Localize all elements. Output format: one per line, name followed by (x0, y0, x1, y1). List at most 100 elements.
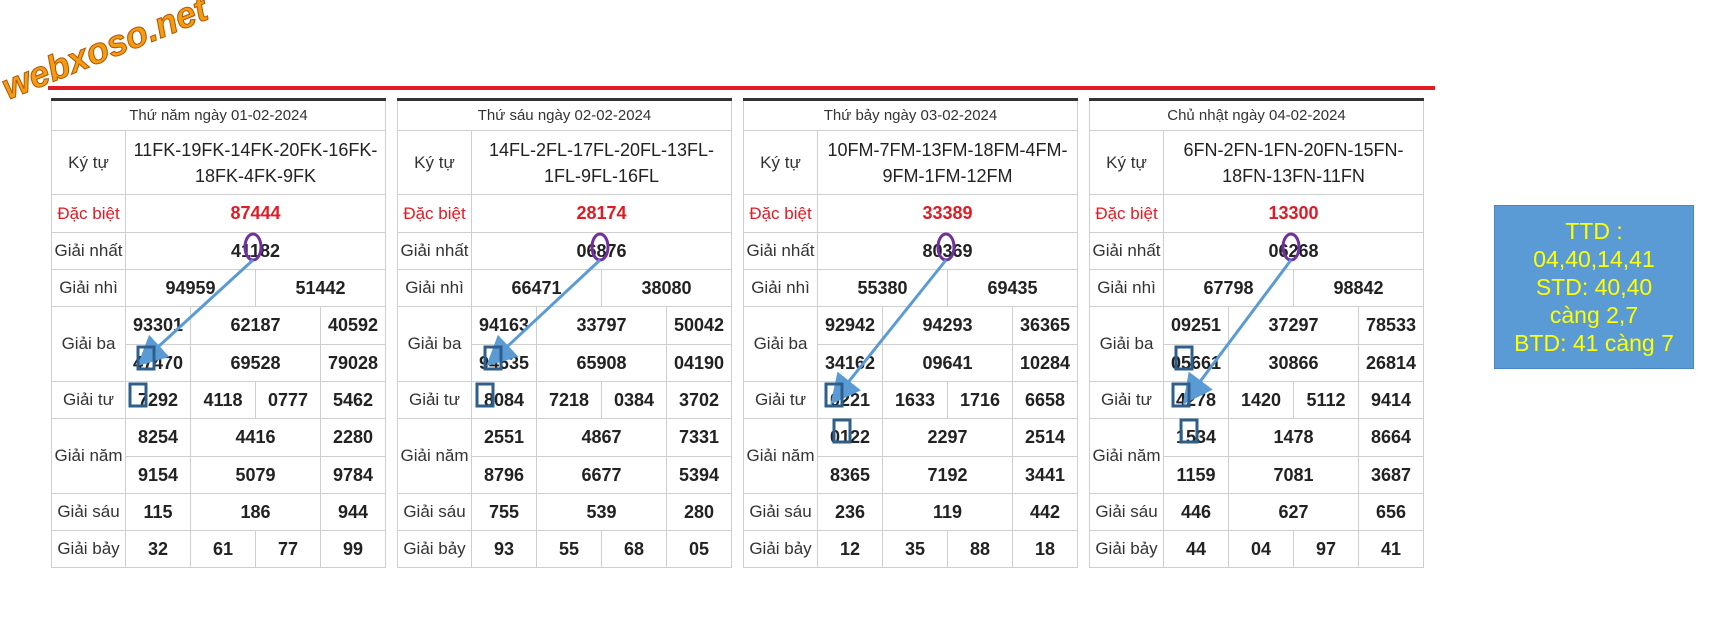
sixth-prize: 755 (471, 493, 537, 531)
summary-line: càng 2,7 (1549, 302, 1639, 328)
label-kytu: Ký tự (397, 130, 472, 195)
fifth-prize: 7331 (666, 418, 732, 457)
special-prize: 28174 (471, 194, 732, 233)
fourth-prize: 1633 (882, 381, 948, 419)
fourth-prize: 0221 (817, 381, 883, 419)
label-giai-sau: Giải sáu (743, 493, 818, 531)
fourth-prize: 3702 (666, 381, 732, 419)
seventh-prize: 99 (320, 530, 386, 568)
third-prize: 93301 (125, 306, 191, 345)
fifth-prize: 1534 (1163, 418, 1229, 457)
day-title: Chủ nhật ngày 04-02-2024 (1089, 98, 1424, 131)
seventh-prize: 44 (1163, 530, 1229, 568)
fourth-prize: 9414 (1358, 381, 1424, 419)
fourth-prize: 1420 (1228, 381, 1294, 419)
fifth-prize: 2297 (882, 418, 1013, 457)
label-giai-nhi: Giải nhì (397, 269, 472, 307)
label-giai-nam: Giải năm (743, 418, 818, 494)
seventh-prize: 77 (255, 530, 321, 568)
fifth-prize: 8664 (1358, 418, 1424, 457)
label-dac-biet: Đặc biệt (743, 194, 818, 233)
label-giai-nhat: Giải nhất (51, 232, 126, 270)
special-prize: 33389 (817, 194, 1078, 233)
third-prize: 05661 (1163, 344, 1229, 382)
fifth-prize: 2280 (320, 418, 386, 457)
special-prize: 87444 (125, 194, 386, 233)
fourth-prize: 1716 (947, 381, 1013, 419)
second-prize: 67798 (1163, 269, 1294, 307)
day-title: Thứ bảy ngày 03-02-2024 (743, 98, 1078, 131)
seventh-prize: 18 (1012, 530, 1078, 568)
third-prize: 30866 (1228, 344, 1359, 382)
sixth-prize: 944 (320, 493, 386, 531)
fifth-prize: 4416 (190, 418, 321, 457)
label-giai-tu: Giải tư (397, 381, 472, 419)
sixth-prize: 627 (1228, 493, 1359, 531)
third-prize: 09641 (882, 344, 1013, 382)
label-giai-nhat: Giải nhất (397, 232, 472, 270)
fourth-prize: 8084 (471, 381, 537, 419)
fifth-prize: 0122 (817, 418, 883, 457)
third-prize: 26814 (1358, 344, 1424, 382)
label-kytu: Ký tự (51, 130, 126, 195)
kytu-value: 6FN-2FN-1FN-20FN-15FN-18FN-13FN-11FN (1163, 130, 1424, 195)
third-prize: 94163 (471, 306, 537, 345)
special-prize: 13300 (1163, 194, 1424, 233)
label-giai-tu: Giải tư (743, 381, 818, 419)
fifth-prize: 8365 (817, 456, 883, 494)
fifth-prize: 7081 (1228, 456, 1359, 494)
fourth-prize: 7292 (125, 381, 191, 419)
third-prize: 40592 (320, 306, 386, 345)
label-kytu: Ký tự (743, 130, 818, 195)
third-prize: 65908 (536, 344, 667, 382)
label-giai-bay: Giải bảy (397, 530, 472, 568)
first-prize: 06268 (1163, 232, 1424, 270)
sixth-prize: 186 (190, 493, 321, 531)
sixth-prize: 442 (1012, 493, 1078, 531)
sixth-prize: 115 (125, 493, 191, 531)
kytu-value: 11FK-19FK-14FK-20FK-16FK-18FK-4FK-9FK (125, 130, 386, 195)
third-prize: 92942 (817, 306, 883, 345)
seventh-prize: 12 (817, 530, 883, 568)
fourth-prize: 5462 (320, 381, 386, 419)
seventh-prize: 04 (1228, 530, 1294, 568)
third-prize: 10284 (1012, 344, 1078, 382)
label-dac-biet: Đặc biệt (397, 194, 472, 233)
label-giai-sau: Giải sáu (51, 493, 126, 531)
kytu-value: 10FM-7FM-13FM-18FM-4FM-9FM-1FM-12FM (817, 130, 1078, 195)
third-prize: 62187 (190, 306, 321, 345)
second-prize: 66471 (471, 269, 602, 307)
third-prize: 79028 (320, 344, 386, 382)
seventh-prize: 41 (1358, 530, 1424, 568)
day-title: Thứ sáu ngày 02-02-2024 (397, 98, 732, 131)
label-giai-nhat: Giải nhất (1089, 232, 1164, 270)
third-prize: 94293 (882, 306, 1013, 345)
third-prize: 09251 (1163, 306, 1229, 345)
fifth-prize: 4867 (536, 418, 667, 457)
sixth-prize: 280 (666, 493, 732, 531)
fifth-prize: 2551 (471, 418, 537, 457)
summary-line: BTD: 41 càng 7 (1514, 330, 1674, 356)
third-prize: 94635 (471, 344, 537, 382)
second-prize: 38080 (601, 269, 732, 307)
seventh-prize: 97 (1293, 530, 1359, 568)
result-table-day-1: Thứ năm ngày 01-02-2024 Ký tự 11FK-19FK-… (51, 98, 386, 568)
kytu-value: 14FL-2FL-17FL-20FL-13FL-1FL-9FL-16FL (471, 130, 732, 195)
fourth-prize: 0384 (601, 381, 667, 419)
label-giai-nam: Giải năm (397, 418, 472, 494)
fifth-prize: 6677 (536, 456, 667, 494)
first-prize: 80369 (817, 232, 1078, 270)
fifth-prize: 1478 (1228, 418, 1359, 457)
label-giai-nhat: Giải nhất (743, 232, 818, 270)
fifth-prize: 2514 (1012, 418, 1078, 457)
fifth-prize: 8254 (125, 418, 191, 457)
label-giai-ba: Giải ba (743, 306, 818, 382)
seventh-prize: 93 (471, 530, 537, 568)
label-giai-bay: Giải bảy (1089, 530, 1164, 568)
label-giai-sau: Giải sáu (1089, 493, 1164, 531)
label-giai-tu: Giải tư (51, 381, 126, 419)
third-prize: 33797 (536, 306, 667, 345)
day-title: Thứ năm ngày 01-02-2024 (51, 98, 386, 131)
fifth-prize: 7192 (882, 456, 1013, 494)
label-giai-nhi: Giải nhì (1089, 269, 1164, 307)
